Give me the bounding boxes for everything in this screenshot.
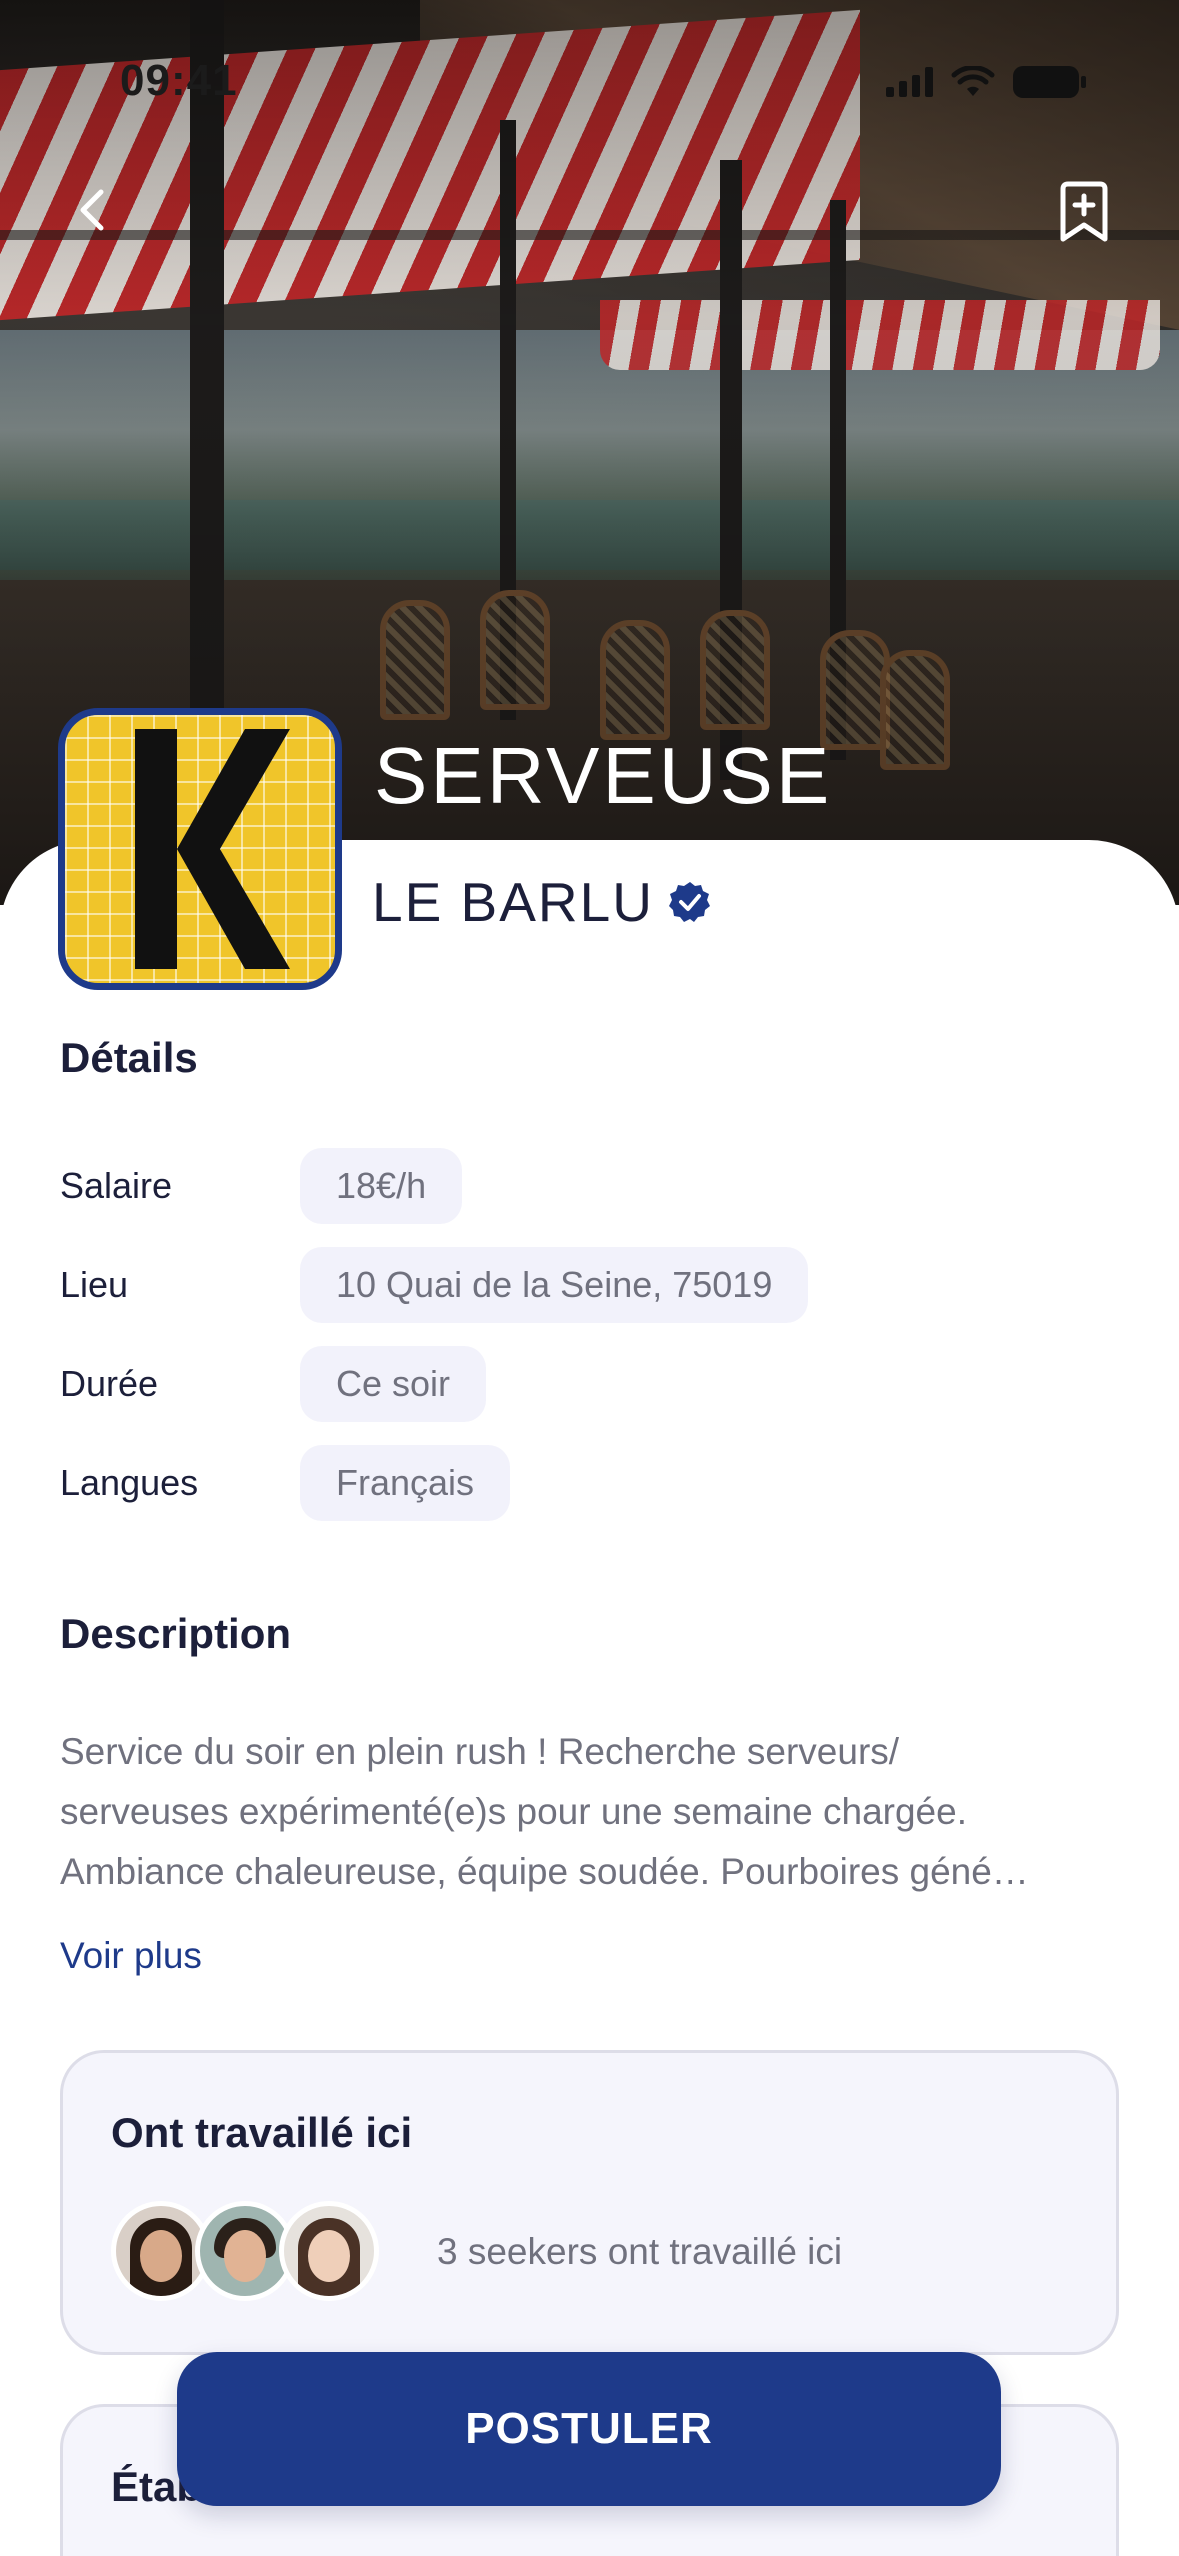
description-line: Ambiance chaleureuse, équipe soudée. Pou… [60, 1851, 1029, 1892]
bookmark-button[interactable] [1051, 176, 1117, 248]
verified-badge-icon [668, 882, 710, 922]
back-button[interactable] [62, 180, 122, 240]
job-title: SERVEUSE [374, 731, 833, 820]
detail-value-chip: Ce soir [300, 1346, 487, 1422]
avatar [279, 2201, 379, 2301]
see-more-link[interactable]: Voir plus [60, 1935, 202, 1977]
detail-label: Lieu [60, 1264, 129, 1305]
battery-icon [1013, 66, 1086, 98]
avatar-stack [111, 2201, 379, 2301]
detail-row-languages: Langues Français [60, 1445, 511, 1521]
description-title: Description [60, 1610, 292, 1657]
detail-value-chip: Français [300, 1445, 511, 1521]
wifi-icon [951, 66, 995, 96]
workers-count-text: 3 seekers ont travaillé ici [437, 2231, 843, 2272]
status-time: 09:41 [120, 56, 238, 105]
company-name[interactable]: LE BARLU [372, 870, 654, 934]
detail-label: Durée [60, 1363, 159, 1404]
description-text: Service du soir en plein rush ! Recherch… [60, 1722, 1120, 1902]
details-title: Détails [60, 1034, 198, 1081]
detail-row-location: Lieu 10 Quai de la Seine, 75019 [60, 1247, 809, 1323]
detail-value-chip[interactable]: 10 Quai de la Seine, 75019 [300, 1247, 809, 1323]
company-row[interactable]: LE BARLU [372, 870, 712, 934]
detail-row-salary: Salaire 18€/h [60, 1148, 463, 1224]
detail-label: Langues [60, 1462, 199, 1503]
company-logo [58, 708, 342, 990]
detail-row-duration: Durée Ce soir [60, 1346, 487, 1422]
detail-value-chip: 18€/h [300, 1148, 463, 1224]
description-line: Service du soir en plein rush ! Recherch… [60, 1731, 900, 1772]
worked-here-card[interactable]: Ont travaillé ici 3 seekers ont travaill… [60, 2050, 1119, 2355]
apply-button[interactable]: POSTULER [177, 2352, 1001, 2506]
chevron-left-icon [80, 189, 104, 231]
detail-label: Salaire [60, 1165, 173, 1206]
bookmark-plus-icon [1060, 181, 1108, 242]
cellular-signal-icon [886, 67, 933, 97]
status-indicators [886, 66, 1086, 98]
logo-k-mark [135, 729, 290, 969]
worked-here-title: Ont travaillé ici [111, 2109, 413, 2156]
description-line: serveuses expérimenté(e)s pour une semai… [60, 1791, 967, 1832]
apply-button-label: POSTULER [465, 2404, 713, 2453]
